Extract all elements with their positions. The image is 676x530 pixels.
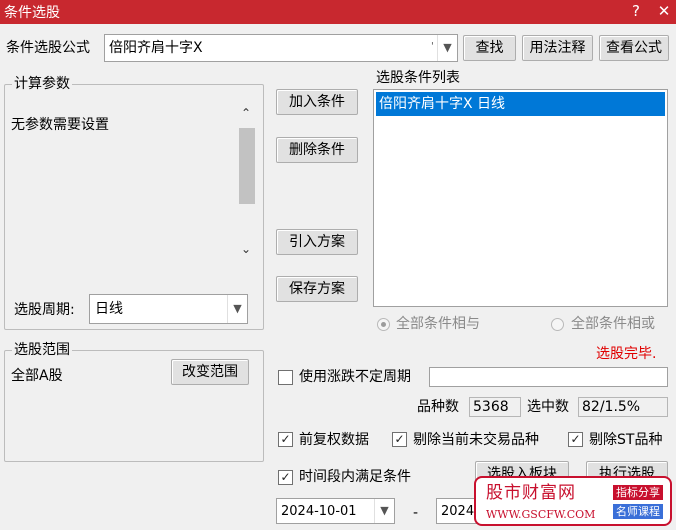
remove-untraded-label: 剔除当前未交易品种 [413, 432, 539, 448]
date-from-value: 2024-10-01 [281, 504, 357, 519]
params-scrollbar[interactable]: ⌃ ⌄ [237, 104, 257, 264]
change-range-button[interactable]: 改变范围 [171, 359, 249, 385]
selected-label: 选中数 [527, 399, 569, 415]
formula-combo[interactable]: 倍阳齐肩十字X ' ▼ [104, 34, 458, 62]
remove-st-checkbox[interactable]: ✓ [568, 432, 583, 447]
usage-button[interactable]: 用法注释 [522, 35, 593, 61]
period-value: 日线 [95, 301, 123, 317]
or-radio-label: 全部条件相或 [571, 316, 655, 332]
remove-untraded-checkbox[interactable]: ✓ [392, 432, 407, 447]
view-formula-button[interactable]: 查看公式 [599, 35, 669, 61]
conditions-title: 选股条件列表 [376, 70, 460, 86]
params-text: 无参数需要设置 [11, 117, 109, 133]
period-select[interactable]: 日线 ▼ [89, 294, 248, 324]
scroll-thumb[interactable] [239, 128, 255, 204]
list-item[interactable]: 倍阳齐肩十字X 日线 [376, 92, 665, 116]
chevron-up-icon[interactable]: ⌃ [241, 106, 251, 120]
date-from-input[interactable]: 2024-10-01 ▼ [276, 498, 395, 524]
conditions-list[interactable]: 倍阳齐肩十字X 日线 [373, 89, 668, 307]
watermark: 股市财富网 WWW.GSCFW.COM 指标分享 名师课程 [474, 476, 672, 526]
close-button[interactable]: ✕ [652, 0, 676, 24]
status-text: 选股完毕. [596, 346, 657, 362]
period-label: 选股周期: [14, 302, 75, 318]
save-scheme-button[interactable]: 保存方案 [276, 276, 358, 302]
adjusted-checkbox[interactable]: ✓ [278, 432, 293, 447]
or-radio[interactable] [551, 318, 564, 331]
find-button[interactable]: 查找 [463, 35, 516, 61]
remove-st-label: 剔除ST品种 [589, 432, 663, 448]
watermark-brand: 股市财富网 [486, 483, 576, 503]
watermark-tag-1: 指标分享 [613, 485, 663, 500]
list-item-label: 倍阳齐肩十字X 日线 [379, 96, 506, 112]
time-range-checkbox[interactable]: ✓ [278, 470, 293, 485]
date-separator: - [413, 505, 419, 521]
selected-value: 82/1.5% [578, 397, 668, 417]
formula-combo-tick: ' [431, 41, 434, 52]
and-radio-label: 全部条件相与 [396, 316, 480, 332]
params-group-title: 计算参数 [12, 76, 72, 92]
chevron-down-icon[interactable]: ▼ [437, 35, 457, 61]
stock-count-value: 5368 [469, 397, 521, 417]
remove-condition-button[interactable]: 删除条件 [276, 137, 358, 163]
adjusted-label: 前复权数据 [299, 432, 369, 448]
time-range-label: 时间段内满足条件 [299, 469, 411, 485]
add-condition-button[interactable]: 加入条件 [276, 89, 358, 115]
import-scheme-button[interactable]: 引入方案 [276, 229, 358, 255]
chevron-down-icon[interactable]: ⌄ [241, 242, 251, 256]
and-radio[interactable] [377, 318, 390, 331]
formula-value: 倍阳齐肩十字X [109, 40, 203, 56]
chevron-down-icon[interactable]: ▼ [227, 295, 247, 323]
range-group-title: 选股范围 [12, 342, 72, 358]
watermark-url: WWW.GSCFW.COM [486, 508, 596, 521]
range-value: 全部A股 [11, 368, 63, 384]
watermark-tag-2: 名师课程 [613, 504, 663, 519]
chevron-down-icon[interactable]: ▼ [374, 499, 394, 523]
limit-period-label: 使用涨跌不定周期 [299, 369, 411, 385]
limit-period-input[interactable] [429, 367, 668, 387]
formula-label: 条件选股公式 [6, 40, 90, 56]
limit-period-checkbox[interactable] [278, 370, 293, 385]
stock-count-label: 品种数 [417, 399, 459, 415]
window-title: 条件选股 [4, 5, 60, 21]
title-bar: 条件选股 ? ✕ [0, 0, 676, 24]
help-button[interactable]: ? [624, 0, 648, 24]
